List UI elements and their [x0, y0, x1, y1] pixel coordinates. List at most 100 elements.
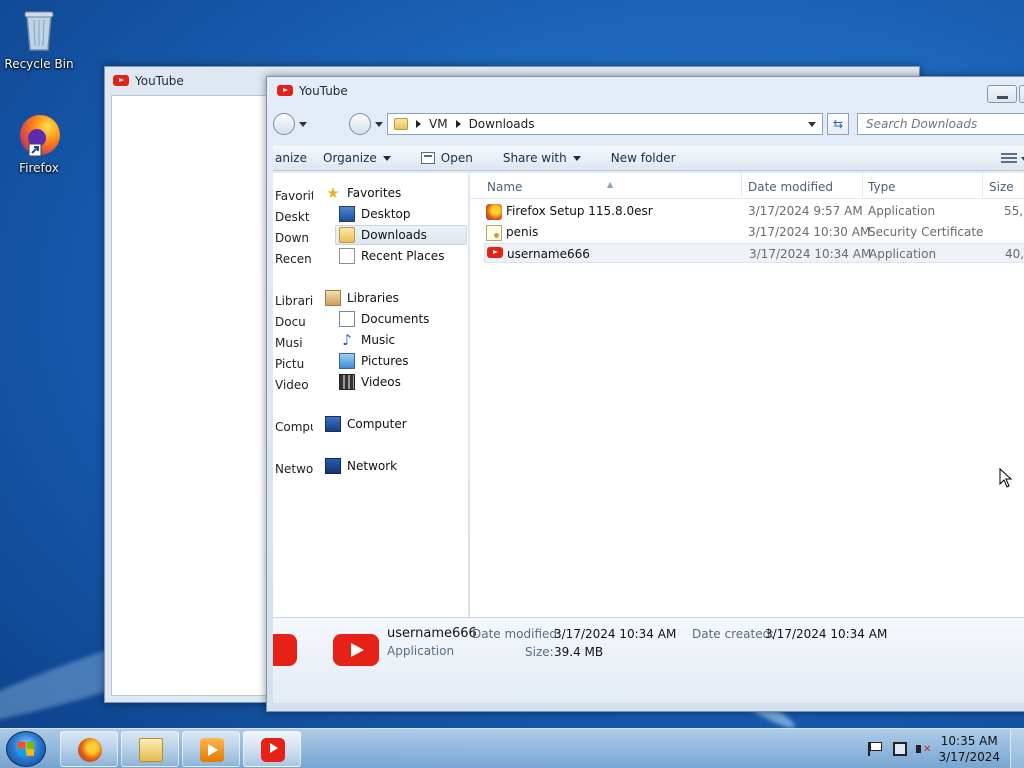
rendering-artifact-column: Favorit Deskt Down Recen Librarie Docu M…: [275, 173, 313, 613]
minimize-button[interactable]: [987, 85, 1017, 103]
nav-favorites[interactable]: ★ Favorites: [325, 183, 401, 203]
window-title: YouTube: [135, 73, 184, 88]
ghost-text: Pictu: [275, 357, 305, 371]
clock-time: 10:35 AM: [940, 734, 998, 748]
nav-label: Pictures: [361, 354, 409, 368]
column-date-modified[interactable]: Date modified: [748, 180, 833, 194]
column-size[interactable]: Size: [989, 180, 1014, 194]
volume-muted-icon[interactable]: [916, 742, 931, 756]
breadcrumb-downloads[interactable]: Downloads: [469, 117, 535, 131]
forward-button[interactable]: [349, 113, 371, 135]
nav-computer[interactable]: Computer: [325, 414, 407, 434]
open-button[interactable]: Open: [406, 146, 488, 170]
youtube-icon: [277, 85, 293, 96]
back-button[interactable]: [273, 113, 295, 135]
sort-caret-icon: ▲: [607, 180, 614, 189]
nav-label: Videos: [361, 375, 401, 389]
action-center-flag-icon[interactable]: [868, 742, 882, 756]
breadcrumb-separator-icon[interactable]: [416, 120, 421, 128]
file-date-modified: 3/17/2024 9:57 AM: [748, 204, 863, 218]
details-size: 39.4 MB: [554, 645, 604, 659]
details-type: Application: [387, 644, 455, 658]
firefox-icon: [15, 110, 63, 158]
taskbar-youtube[interactable]: [243, 731, 301, 767]
system-clock[interactable]: 10:35 AM 3/17/2024: [938, 733, 1000, 765]
documents-icon: [339, 311, 355, 327]
pictures-icon: [339, 353, 355, 369]
column-separator[interactable]: [982, 173, 983, 197]
address-dropdown-icon[interactable]: [808, 122, 816, 127]
recycle-bin-icon: [15, 6, 63, 54]
window-titlebar[interactable]: YouTube: [267, 77, 1024, 104]
youtube-icon: [273, 634, 297, 666]
share-with-button[interactable]: Share with: [488, 146, 596, 170]
nav-label: Computer: [347, 417, 407, 431]
music-icon: ♪: [342, 331, 352, 349]
breadcrumb-separator-icon[interactable]: [455, 120, 461, 128]
start-button[interactable]: [6, 731, 46, 767]
nav-recent-places[interactable]: Recent Places: [339, 246, 444, 266]
desktop-icon-recycle-bin[interactable]: Recycle Bin: [1, 6, 77, 71]
file-row[interactable]: penis 3/17/2024 10:30 AM Security Certific…: [484, 222, 1024, 242]
window-controls: [987, 85, 1024, 103]
organize-label: Organize: [323, 151, 377, 165]
column-type[interactable]: Type: [868, 180, 896, 194]
file-size: 40,3: [1005, 247, 1024, 261]
file-name: username666: [507, 247, 590, 261]
nav-pictures[interactable]: Pictures: [339, 351, 409, 371]
nav-label: Libraries: [347, 291, 399, 305]
refresh-button[interactable]: ⇆: [827, 113, 849, 135]
mouse-cursor-icon: [999, 468, 1013, 488]
nav-videos[interactable]: Videos: [339, 372, 401, 392]
explorer-window[interactable]: YouTube VM Downloads ⇆ Search Downloads …: [266, 76, 1024, 712]
nav-downloads[interactable]: Downloads: [335, 225, 467, 245]
nav-network[interactable]: Network: [325, 456, 397, 476]
show-desktop-button[interactable]: [1010, 729, 1024, 768]
column-separator[interactable]: [741, 173, 742, 197]
taskbar: 10:35 AM 3/17/2024: [0, 728, 1024, 768]
file-date-modified: 3/17/2024 10:34 AM: [749, 247, 872, 261]
ghost-text: Librarie: [275, 294, 313, 308]
nav-label: Downloads: [361, 228, 427, 242]
youtube-icon: [261, 738, 285, 762]
column-name[interactable]: Name: [487, 180, 522, 194]
breadcrumb-vm[interactable]: VM: [429, 117, 448, 131]
share-with-label: Share with: [502, 151, 567, 165]
ghost-text: Musi: [275, 336, 303, 350]
details-date-modified: 3/17/2024 10:34 AM: [554, 627, 677, 641]
media-player-icon: [200, 738, 224, 762]
file-type: Application: [868, 204, 936, 218]
address-row: VM Downloads ⇆ Search Downloads: [273, 111, 1024, 137]
network-tray-icon[interactable]: [893, 742, 907, 756]
taskbar-media-player[interactable]: [182, 731, 240, 767]
column-separator[interactable]: [862, 173, 863, 197]
maximize-button[interactable]: [1019, 85, 1024, 103]
search-input[interactable]: Search Downloads: [857, 113, 1024, 135]
details-date-created: 3/17/2024 10:34 AM: [765, 627, 888, 641]
nav-libraries[interactable]: Libraries: [325, 288, 399, 308]
history-dropdown-icon[interactable]: [299, 121, 307, 127]
view-options-icon[interactable]: [1001, 153, 1017, 164]
new-folder-button[interactable]: New folder: [596, 146, 691, 170]
file-name: Firefox Setup 115.8.0esr: [506, 204, 653, 218]
taskbar-firefox[interactable]: [60, 731, 118, 767]
file-list[interactable]: ▲ Name Date modified Type Size Firefox S…: [470, 173, 1024, 617]
details-size-label: Size:: [525, 645, 554, 659]
nav-music[interactable]: ♪ Music: [339, 330, 395, 350]
folder-icon: [394, 118, 408, 130]
nav-desktop[interactable]: Desktop: [339, 204, 411, 224]
recent-pages-dropdown-icon[interactable]: [375, 122, 383, 127]
file-size: 55,6: [1004, 204, 1024, 218]
certificate-icon: [486, 225, 502, 241]
file-row[interactable]: username666 3/17/2024 10:34 AM Application…: [484, 243, 1024, 263]
ghost-text: Docu: [275, 315, 306, 329]
new-folder-label: New folder: [610, 151, 676, 165]
firefox-setup-icon: [486, 204, 502, 220]
nav-documents[interactable]: Documents: [339, 309, 429, 329]
desktop-icon-firefox[interactable]: Firefox: [1, 110, 77, 175]
column-headers: ▲ Name Date modified Type Size: [470, 173, 1024, 199]
taskbar-explorer[interactable]: [121, 731, 179, 767]
file-row[interactable]: Firefox Setup 115.8.0esr 3/17/2024 9:57 A…: [484, 201, 1024, 221]
address-bar[interactable]: VM Downloads: [387, 113, 823, 135]
downloads-folder-icon: [339, 227, 355, 243]
